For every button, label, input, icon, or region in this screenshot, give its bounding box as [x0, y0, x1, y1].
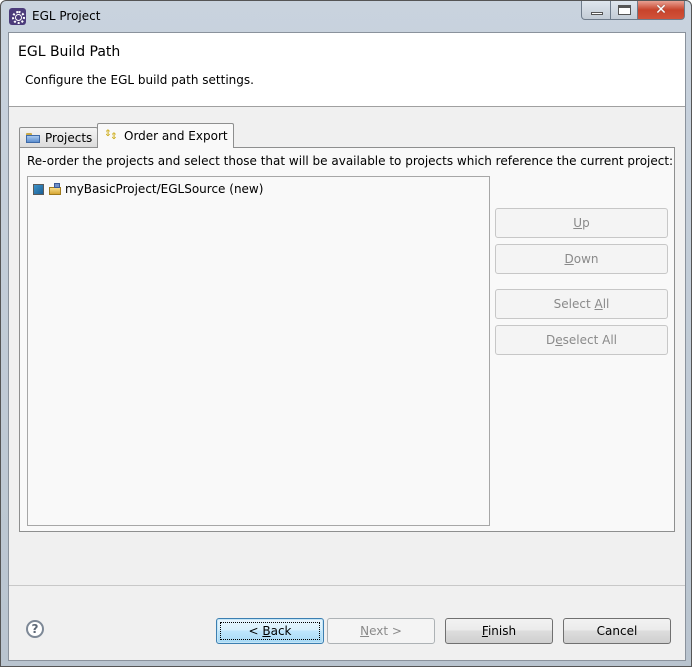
select-all-label-pre: Select	[553, 297, 595, 311]
panel-description: Re-order the projects and select those t…	[27, 154, 674, 168]
select-all-button[interactable]: Select All	[495, 289, 668, 319]
next-label-post: ext >	[369, 624, 402, 638]
deselect-all-label-post: select All	[562, 333, 617, 347]
next-button[interactable]: Next >	[327, 618, 435, 644]
finish-label-post: inish	[487, 624, 517, 638]
tab-order-and-export[interactable]: ⇕ ⇕ Order and Export	[97, 123, 234, 148]
window-title: EGL Project	[32, 9, 101, 23]
back-mnemonic: B	[262, 624, 271, 638]
maximize-button[interactable]	[611, 1, 638, 20]
title-bar[interactable]: EGL Project ✕	[1, 1, 691, 33]
up-mnemonic: U	[573, 216, 583, 230]
back-label-post: ack	[270, 624, 292, 638]
list-item-label: myBasicProject/EGLSource (new)	[65, 182, 264, 196]
tab-order-label: Order and Export	[124, 129, 228, 143]
select-all-mnemonic: A	[594, 297, 603, 311]
help-icon[interactable]: ?	[26, 620, 44, 638]
back-button[interactable]: < Back	[216, 618, 324, 644]
eclipse-gear-icon	[9, 8, 26, 25]
finish-button[interactable]: Finish	[445, 618, 553, 644]
page-description: Configure the EGL build path settings.	[25, 73, 254, 87]
project-order-list[interactable]: myBasicProject/EGLSource (new)	[27, 176, 490, 526]
order-export-panel: Re-order the projects and select those t…	[19, 147, 675, 532]
footer-divider	[9, 585, 685, 586]
back-label-pre: <	[248, 624, 263, 638]
select-all-label-post: ll	[602, 297, 610, 311]
up-label-post: p	[582, 216, 590, 230]
maximize-icon	[618, 5, 631, 15]
tab-projects-label: Projects	[45, 130, 93, 145]
deselect-all-mnemonic: e	[555, 333, 563, 347]
minimize-button[interactable]	[581, 1, 611, 20]
deselect-all-label-pre: D	[546, 333, 556, 347]
dialog-client-area: EGL Build Path Configure the EGL build p…	[8, 32, 686, 661]
page-title: EGL Build Path	[18, 44, 121, 60]
project-folder-icon	[49, 183, 62, 195]
window-controls: ✕	[581, 1, 685, 21]
close-button[interactable]: ✕	[638, 1, 685, 20]
order-arrows-icon: ⇕ ⇕	[104, 129, 118, 142]
tab-projects[interactable]: Projects	[19, 127, 98, 147]
down-label-post: own	[573, 252, 599, 266]
down-button[interactable]: Down	[495, 244, 668, 274]
minimize-icon	[591, 12, 603, 15]
down-mnemonic: D	[564, 252, 574, 266]
list-item[interactable]: myBasicProject/EGLSource (new)	[33, 181, 263, 197]
folder-icon	[26, 132, 40, 143]
cancel-button[interactable]: Cancel	[563, 618, 671, 644]
project-checkbox[interactable]	[33, 183, 44, 195]
up-button[interactable]: Up	[495, 208, 668, 238]
dialog-window: EGL Project ✕ EGL Build Path Configure t…	[0, 0, 692, 667]
wizard-header: EGL Build Path Configure the EGL build p…	[9, 33, 685, 107]
close-icon: ✕	[655, 2, 667, 18]
deselect-all-button[interactable]: Deselect All	[495, 325, 668, 355]
next-mnemonic: N	[360, 624, 370, 638]
